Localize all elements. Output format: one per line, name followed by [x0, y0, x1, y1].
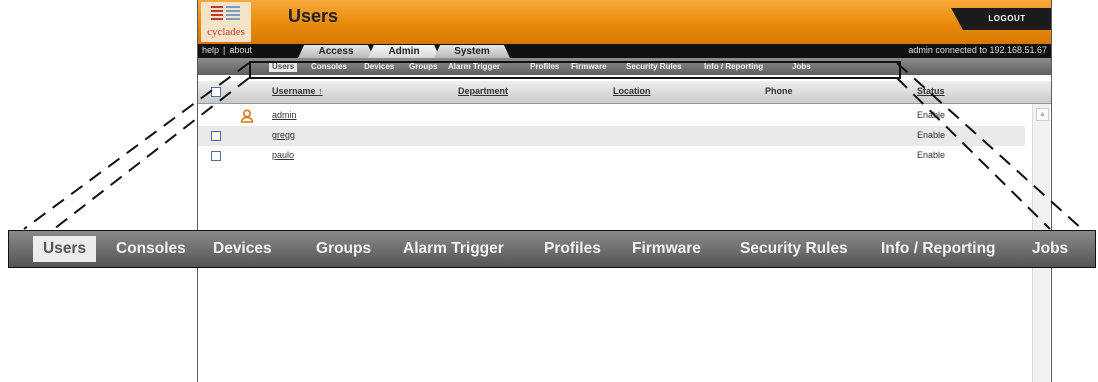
zoom-subnav-consoles[interactable]: Consoles [116, 231, 186, 267]
logo-mark-icon [211, 6, 240, 20]
app-window: cyclades Users LOGOUT help | about admin c… [197, 0, 1052, 382]
subnav-zoom-callout: Users Consoles Devices Groups Alarm Trig… [8, 230, 1096, 268]
username-cell[interactable]: admin [272, 110, 297, 120]
table-row[interactable]: admin Enable [198, 106, 1025, 126]
link-separator: | [223, 45, 226, 55]
about-link[interactable]: about [229, 45, 252, 55]
help-links: help | about [202, 45, 252, 55]
status-cell: Enable [917, 130, 946, 140]
table-row[interactable]: paulo Enable [198, 146, 1025, 166]
column-location[interactable]: Location [613, 86, 651, 96]
column-username-label: Username [272, 86, 316, 96]
page-title: Users [288, 6, 339, 26]
tab-access[interactable]: Access [298, 45, 374, 58]
tab-system[interactable]: System [434, 45, 510, 58]
username-cell[interactable]: paulo [272, 150, 294, 160]
column-status[interactable]: Status [917, 86, 945, 96]
zoom-subnav-groups[interactable]: Groups [316, 231, 371, 267]
column-department[interactable]: Department [458, 86, 508, 96]
header-bar: cyclades Users LOGOUT [198, 0, 1051, 44]
zoom-subnav-alarm-trigger[interactable]: Alarm Trigger [403, 231, 504, 267]
logout-button[interactable]: LOGOUT [951, 8, 1051, 30]
table-row[interactable]: gregg Enable [198, 126, 1025, 146]
connection-status: admin connected to 192.168.51.67 [908, 45, 1047, 55]
username-cell[interactable]: gregg [272, 130, 295, 140]
subnav-highlight-box [249, 61, 901, 79]
status-cell: Enable [917, 150, 946, 160]
user-icon [240, 109, 254, 123]
zoom-subnav-info-reporting[interactable]: Info / Reporting [881, 231, 996, 267]
status-cell: Enable [917, 110, 946, 120]
select-all-checkbox[interactable] [211, 87, 221, 97]
sort-up-icon: ↑ [318, 86, 323, 96]
scroll-up-icon[interactable]: ▲ [1036, 108, 1049, 121]
zoom-subnav-profiles[interactable]: Profiles [544, 231, 601, 267]
help-link[interactable]: help [202, 45, 219, 55]
row-checkbox[interactable] [211, 131, 221, 141]
row-checkbox[interactable] [211, 151, 221, 161]
zoom-subnav-jobs[interactable]: Jobs [1032, 231, 1068, 267]
zoom-subnav-security-rules[interactable]: Security Rules [740, 231, 848, 267]
zoom-subnav-firmware[interactable]: Firmware [632, 231, 701, 267]
column-phone: Phone [765, 86, 793, 96]
zoom-subnav-users[interactable]: Users [33, 236, 97, 262]
cyclades-logo[interactable]: cyclades [201, 2, 251, 42]
tab-admin[interactable]: Admin [368, 45, 440, 58]
column-username[interactable]: Username ↑ [272, 86, 323, 96]
table-header: Username ↑ Department Location Phone Sta… [198, 81, 1051, 104]
zoom-subnav-devices[interactable]: Devices [213, 231, 272, 267]
logo-text: cyclades [207, 26, 245, 38]
